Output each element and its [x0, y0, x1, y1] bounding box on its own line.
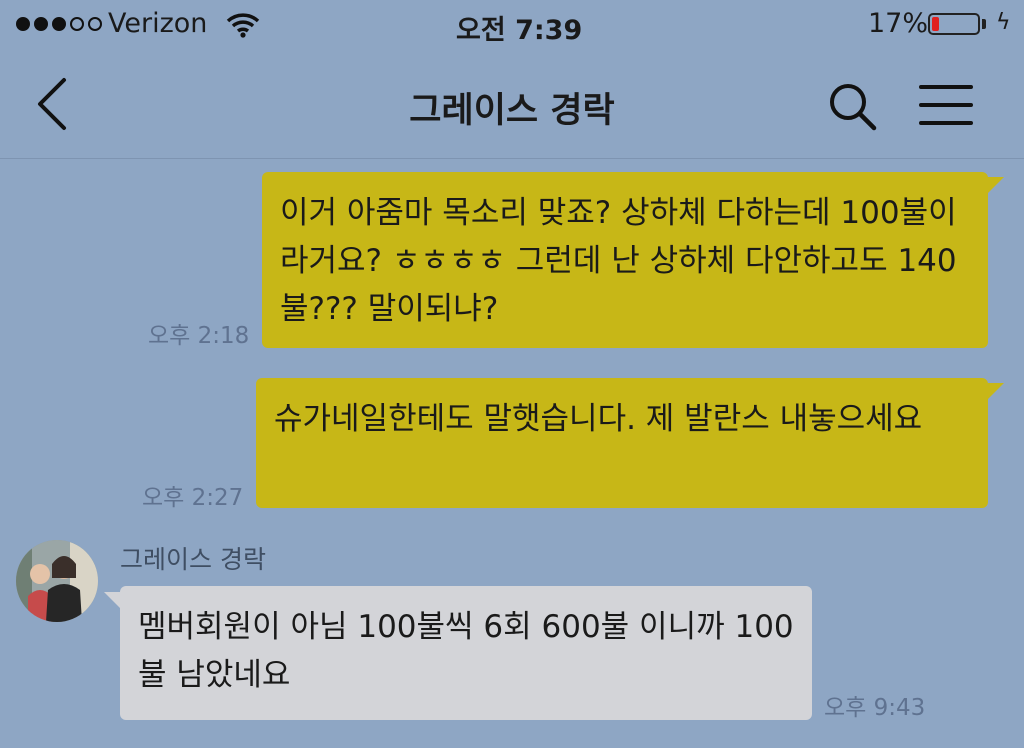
- incoming-message-bubble[interactable]: 멤버회원이 아님 100불씩 6회 600불 이니까 100불 남았네요: [120, 586, 812, 720]
- message-text: 멤버회원이 아님 100불씩 6회 600불 이니까 100불 남았네요: [138, 609, 794, 693]
- message-text: 슈가네일한테도 말햇습니다. 제 발란스 내놓으세요: [274, 401, 923, 437]
- outgoing-message-bubble[interactable]: 이거 아줌마 목소리 맞죠? 상하체 다하는데 100불이라거요? ㅎㅎㅎㅎ 그…: [262, 172, 988, 348]
- battery-icon: [928, 13, 980, 35]
- charging-bolt-icon: ϟ: [996, 10, 1011, 35]
- wifi-icon: [226, 12, 260, 42]
- battery-percentage: 17%: [868, 8, 929, 39]
- outgoing-message-bubble[interactable]: 슈가네일한테도 말햇습니다. 제 발란스 내놓으세요: [256, 378, 988, 508]
- battery-nub: [982, 19, 986, 29]
- message-time: 오후 9:43: [824, 695, 926, 721]
- message-text: 이거 아줌마 목소리 맞죠? 상하체 다하는데 100불이라거요? ㅎㅎㅎㅎ 그…: [280, 195, 957, 327]
- battery-level-fill: [932, 17, 939, 31]
- sender-name: 그레이스 경락: [120, 545, 266, 574]
- bubble-tail: [986, 383, 1004, 401]
- message-time: 오후 2:27: [142, 485, 244, 511]
- message-time: 오후 2:18: [148, 323, 250, 349]
- bubble-tail: [986, 177, 1004, 195]
- sender-avatar[interactable]: [16, 540, 98, 622]
- carrier-name: Verizon: [108, 8, 208, 39]
- search-icon[interactable]: [826, 80, 880, 138]
- signal-strength-icon: [16, 17, 102, 31]
- status-time: 오전 7:39: [456, 15, 583, 46]
- chat-header: 그레이스 경락: [0, 52, 1024, 159]
- menu-icon[interactable]: [918, 82, 974, 132]
- status-bar: Verizon 오전 7:39 17% ϟ: [0, 0, 1024, 50]
